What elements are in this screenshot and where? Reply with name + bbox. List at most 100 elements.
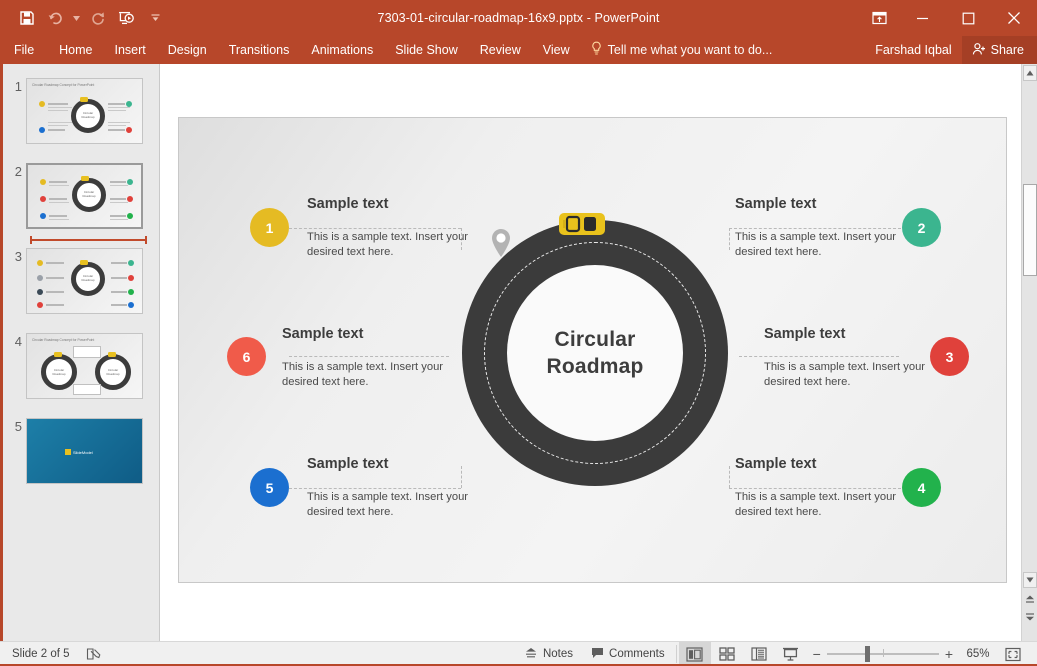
thumbnail-preview[interactable]: Circular Roadmap bbox=[26, 163, 143, 229]
close-icon[interactable] bbox=[991, 0, 1037, 36]
maximize-icon[interactable] bbox=[945, 0, 991, 36]
step-text-block-5[interactable]: Sample text This is a sample text. Inser… bbox=[307, 456, 507, 520]
tab-home[interactable]: Home bbox=[48, 36, 103, 64]
normal-view-button[interactable] bbox=[678, 642, 711, 666]
step-badge-5[interactable]: 5 bbox=[250, 468, 289, 507]
scroll-up-button[interactable] bbox=[1023, 65, 1037, 81]
tab-review[interactable]: Review bbox=[469, 36, 532, 64]
slide-sorter-view-button[interactable] bbox=[711, 642, 743, 666]
scrollbar-thumb[interactable] bbox=[1023, 184, 1037, 276]
comments-button[interactable]: Comments bbox=[582, 642, 674, 666]
step-text-block-2[interactable]: Sample text This is a sample text. Inser… bbox=[735, 196, 935, 260]
share-button[interactable]: Share bbox=[961, 36, 1037, 64]
ribbon-tab-bar: File Home Insert Design Transitions Anim… bbox=[0, 36, 1037, 64]
thumbnail-preview[interactable]: Circular Roadmap bbox=[26, 248, 143, 314]
thumbnail-slide-5[interactable]: 5 SlideModel bbox=[8, 418, 153, 484]
minimize-icon[interactable] bbox=[899, 0, 945, 36]
step-heading: Sample text bbox=[735, 196, 817, 212]
comment-bubble-icon bbox=[591, 647, 604, 662]
zoom-in-button[interactable]: + bbox=[939, 646, 959, 662]
thumbnail-number: 4 bbox=[14, 334, 22, 349]
ribbon-display-options-icon[interactable] bbox=[859, 0, 899, 36]
mini-brand-label: SlideModel bbox=[73, 449, 93, 455]
thumbnail-slide-4[interactable]: 4 Circular Roadmap Concept for PowerPoin… bbox=[8, 333, 153, 399]
thumbnail-preview[interactable]: Circular Roadmap Concept for PowerPoint … bbox=[26, 78, 143, 144]
share-label: Share bbox=[990, 43, 1024, 57]
window-controls bbox=[859, 0, 1037, 36]
slide-canvas[interactable]: Circular Roadmap 1 Sample text This is a… bbox=[161, 64, 1021, 641]
thumbnail-slide-2[interactable]: 2 Circular Roadmap bbox=[8, 163, 153, 229]
badge-number: 5 bbox=[265, 479, 274, 496]
mini-slide-title: Circular Roadmap Concept for PowerPoint bbox=[32, 83, 95, 87]
step-heading: Sample text bbox=[735, 456, 817, 472]
status-divider bbox=[675, 645, 677, 663]
step-body: This is a sample text. Insert your desir… bbox=[307, 491, 469, 519]
ribbon-right-group: Farshad Iqbal Share bbox=[875, 36, 1037, 64]
step-heading: Sample text bbox=[282, 326, 364, 342]
slide-show-button[interactable] bbox=[775, 642, 807, 666]
tell-me-box[interactable]: Tell me what you want to do... bbox=[591, 36, 773, 64]
center-line-1: Circular bbox=[554, 327, 636, 351]
step-text-block-3[interactable]: Sample text This is a sample text. Inser… bbox=[764, 326, 964, 390]
step-badge-6[interactable]: 6 bbox=[227, 337, 266, 376]
notes-label: Notes bbox=[542, 648, 574, 660]
step-badge-1[interactable]: 1 bbox=[250, 208, 289, 247]
next-slide-button[interactable] bbox=[1023, 609, 1037, 624]
notes-button[interactable]: Notes bbox=[515, 642, 582, 666]
workspace: 1 Circular Roadmap Concept for PowerPoin… bbox=[0, 64, 1037, 641]
user-account-name[interactable]: Farshad Iqbal bbox=[875, 43, 961, 57]
status-bar: Slide 2 of 5 Notes Comments − + 65% bbox=[0, 641, 1037, 666]
thumbnail-slide-1[interactable]: 1 Circular Roadmap Concept for PowerPoin… bbox=[8, 78, 153, 144]
scroll-down-button[interactable] bbox=[1023, 572, 1037, 588]
step-body: This is a sample text. Insert your desir… bbox=[735, 231, 897, 259]
vertical-scrollbar[interactable] bbox=[1021, 64, 1037, 641]
slide-editing-area[interactable]: Circular Roadmap 1 Sample text This is a… bbox=[178, 117, 1007, 583]
center-line-2: Roadmap bbox=[546, 355, 644, 378]
step-text-block-4[interactable]: Sample text This is a sample text. Inser… bbox=[735, 456, 935, 520]
car-icon bbox=[558, 211, 606, 237]
spell-check-icon[interactable] bbox=[70, 642, 112, 666]
zoom-handle[interactable] bbox=[864, 646, 870, 662]
notes-icon bbox=[524, 647, 538, 662]
tab-slide-show[interactable]: Slide Show bbox=[384, 36, 469, 64]
slide-thumbnails-pane[interactable]: 1 Circular Roadmap Concept for PowerPoin… bbox=[0, 64, 160, 641]
title-bar: 7303-01-circular-roadmap-16x9.pptx - Pow… bbox=[0, 0, 1037, 36]
thumbnail-number: 3 bbox=[14, 249, 22, 264]
zoom-slider[interactable] bbox=[826, 642, 939, 666]
thumbnail-preview[interactable]: Circular Roadmap Concept for PowerPoint … bbox=[26, 333, 143, 399]
tab-view[interactable]: View bbox=[532, 36, 581, 64]
badge-number: 1 bbox=[265, 219, 274, 236]
zoom-out-button[interactable]: − bbox=[807, 646, 827, 662]
mini-slide-graphic: Circular Roadmap Concept for PowerPoint … bbox=[27, 79, 142, 143]
zoom-midpoint-tick bbox=[882, 649, 884, 657]
tab-animations[interactable]: Animations bbox=[300, 36, 384, 64]
step-heading: Sample text bbox=[307, 196, 389, 212]
zoom-percentage[interactable]: 65% bbox=[959, 648, 997, 660]
thumbnail-number: 1 bbox=[14, 79, 22, 94]
share-person-icon bbox=[972, 42, 986, 59]
step-body: This is a sample text. Insert your desir… bbox=[282, 361, 444, 389]
badge-number: 6 bbox=[242, 348, 251, 365]
thumbnail-number: 5 bbox=[14, 419, 22, 434]
step-text-block-6[interactable]: Sample text This is a sample text. Inser… bbox=[282, 326, 482, 390]
mini-slide-title: Circular Roadmap Concept for PowerPoint bbox=[32, 338, 95, 342]
step-heading: Sample text bbox=[307, 456, 389, 472]
fit-to-window-button[interactable] bbox=[997, 642, 1029, 666]
mini-slide-graphic: Circular Roadmap Concept for PowerPoint … bbox=[27, 334, 142, 398]
reading-view-button[interactable] bbox=[743, 642, 775, 666]
thumbnail-number: 2 bbox=[14, 164, 22, 179]
step-text-block-1[interactable]: Sample text This is a sample text. Inser… bbox=[307, 196, 507, 260]
mini-slide-graphic: SlideModel bbox=[27, 419, 142, 483]
tab-file[interactable]: File bbox=[0, 36, 48, 64]
previous-slide-button[interactable] bbox=[1023, 592, 1037, 607]
step-body: This is a sample text. Insert your desir… bbox=[764, 361, 926, 389]
tell-me-label: Tell me what you want to do... bbox=[607, 43, 773, 57]
thumbnail-slide-3[interactable]: 3 Circular Roadmap bbox=[8, 248, 153, 314]
tab-design[interactable]: Design bbox=[157, 36, 218, 64]
lightbulb-icon bbox=[591, 41, 602, 59]
powerpoint-window: 7303-01-circular-roadmap-16x9.pptx - Pow… bbox=[0, 0, 1037, 666]
mini-slide-graphic: Circular Roadmap bbox=[27, 249, 142, 313]
thumbnail-preview[interactable]: SlideModel bbox=[26, 418, 143, 484]
tab-transitions[interactable]: Transitions bbox=[218, 36, 301, 64]
tab-insert[interactable]: Insert bbox=[104, 36, 157, 64]
